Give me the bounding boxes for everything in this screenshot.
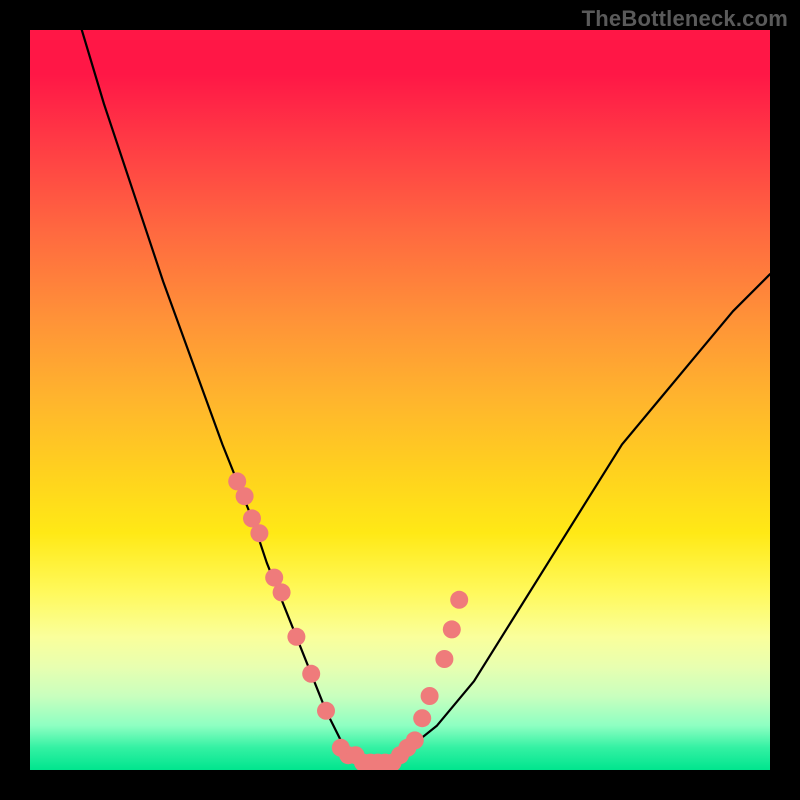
highlighted-point [443, 620, 461, 638]
watermark-text: TheBottleneck.com [582, 6, 788, 32]
highlighted-point [250, 524, 268, 542]
plot-area [30, 30, 770, 770]
highlighted-point [413, 709, 431, 727]
bottleneck-curve-path [82, 30, 770, 763]
chart-overlay [30, 30, 770, 770]
highlighted-point [435, 650, 453, 668]
highlighted-point [317, 702, 335, 720]
highlighted-point [450, 591, 468, 609]
highlighted-points-group [228, 472, 468, 770]
highlighted-point [236, 487, 254, 505]
highlighted-point [302, 665, 320, 683]
highlighted-point [273, 583, 291, 601]
highlighted-point [421, 687, 439, 705]
highlighted-point [406, 731, 424, 749]
highlighted-point [287, 628, 305, 646]
chart-frame: TheBottleneck.com [0, 0, 800, 800]
